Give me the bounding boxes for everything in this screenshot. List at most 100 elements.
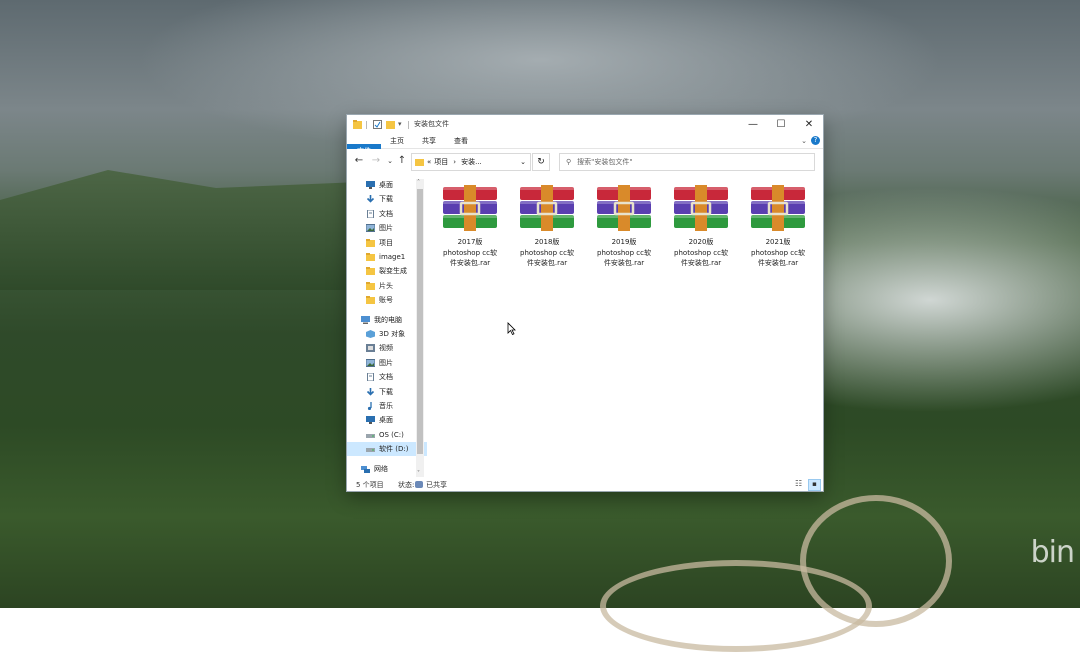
file-name-line: photoshop cc软 (674, 248, 728, 257)
navigation-bar: ← → ⌄ ↑ « 项目 › 安装... ⌄ ↻ ⚲ 搜索"安装包文件" (347, 149, 823, 173)
winrar-archive-icon (596, 185, 652, 233)
nav-label: 片头 (379, 281, 393, 290)
help-icon[interactable]: ? (811, 136, 820, 145)
nav-label: image1 (379, 253, 406, 261)
desktop-icon (366, 416, 375, 425)
nav-label: 网络 (374, 464, 388, 473)
file-item[interactable]: 2019版 photoshop cc软 件安装包.rar (590, 185, 658, 269)
title-bar: | ▾ | 安装包文件 — ☐ ✕ (347, 115, 823, 134)
customize-toolbar-icon[interactable]: ▾ (398, 119, 402, 129)
details-view-icon[interactable]: ☷ (795, 479, 806, 489)
file-name-line: 件安装包.rar (449, 259, 491, 267)
navigation-pane: 桌面📌下载📌文档📌图片📌项目📌image1裂变生成片头账号我的电脑3D 对象视频… (347, 175, 436, 478)
maximize-button[interactable]: ☐ (767, 115, 795, 134)
nav-label: 文档 (379, 373, 393, 382)
scrollbar-thumb[interactable] (417, 189, 423, 454)
search-icon: ⚲ (566, 158, 572, 166)
large-icons-view-icon[interactable]: ▪ (808, 479, 821, 491)
status-bar: 5 个项目 状态: 已共享 ☷ ▪ (347, 478, 823, 491)
nav-label: 图片 (379, 358, 393, 367)
file-name-line: 2017版 (457, 238, 483, 246)
item-count: 5 个项目 (356, 481, 384, 489)
folder-icon (366, 253, 375, 261)
file-name: 2018版 photoshop cc软 件安装包.rar (512, 237, 582, 269)
breadcrumb-item[interactable]: 安装... (461, 157, 482, 167)
back-button[interactable]: ← (352, 154, 366, 168)
toolbar-divider: | (407, 119, 410, 129)
minimize-button[interactable]: — (739, 115, 767, 134)
nav-label: 3D 对象 (379, 330, 406, 338)
up-button[interactable]: ↑ (395, 154, 409, 168)
file-name-line: 2020版 (688, 238, 714, 246)
scroll-down-icon[interactable]: ˅ (417, 470, 420, 477)
address-bar[interactable]: « 项目 › 安装... ⌄ (411, 153, 531, 171)
network-icon (361, 465, 370, 473)
nav-label: 下载 (379, 387, 393, 396)
file-explorer-window: | ▾ | 安装包文件 — ☐ ✕ 文件 主页 共享 查看 ⌄ ? ← → ⌄ … (347, 115, 823, 491)
file-name: 2019版 photoshop cc软 件安装包.rar (589, 237, 659, 269)
new-folder-icon[interactable] (386, 119, 395, 129)
watermark: bin (1030, 535, 1075, 570)
file-name: 2021版 photoshop cc软 件安装包.rar (743, 237, 813, 269)
file-item[interactable]: 2017版 photoshop cc软 件安装包.rar (436, 185, 504, 269)
nav-label: 音乐 (379, 402, 393, 410)
computer-icon (361, 315, 370, 324)
nav-label: 视频 (379, 344, 393, 353)
folder-icon (415, 159, 424, 166)
music-icon (366, 402, 375, 411)
address-dropdown-icon[interactable]: ⌄ (520, 158, 526, 166)
folder-icon (366, 267, 375, 276)
scroll-up-icon[interactable]: ˄ (417, 179, 420, 186)
expand-ribbon-icon[interactable]: ⌄ (801, 137, 807, 145)
nav-label: 下载 (379, 195, 393, 204)
search-input[interactable]: ⚲ 搜索"安装包文件" (559, 153, 815, 171)
toolbar-divider: | (365, 119, 368, 129)
file-name-line: photoshop cc软 (751, 248, 805, 257)
winrar-archive-icon (750, 185, 806, 233)
breadcrumb-item[interactable]: 项目 (434, 157, 448, 167)
document-icon (366, 372, 375, 382)
breadcrumb-separator: › (453, 158, 457, 166)
navigation-scrollbar[interactable]: ˄ ˅ (416, 179, 424, 477)
file-name-line: photoshop cc软 (520, 248, 574, 257)
file-item[interactable]: 2018版 photoshop cc软 件安装包.rar (513, 185, 581, 269)
breadcrumb-overflow[interactable]: « (427, 158, 431, 166)
nav-label: 桌面 (379, 181, 393, 189)
winrar-archive-icon (519, 185, 575, 233)
folder-icon (366, 281, 375, 290)
tab-share[interactable]: 共享 (415, 134, 443, 148)
folder-icon (366, 238, 375, 247)
file-item[interactable]: 2021版 photoshop cc软 件安装包.rar (744, 185, 812, 269)
winrar-archive-icon (673, 185, 729, 233)
refresh-button[interactable]: ↻ (532, 153, 550, 171)
tab-home[interactable]: 主页 (383, 134, 411, 148)
folder-icon (366, 296, 375, 305)
window-title: 安装包文件 (414, 120, 449, 128)
mountain-ridge (0, 170, 360, 290)
document-icon (366, 209, 375, 219)
file-item[interactable]: 2020版 photoshop cc软 件安装包.rar (667, 185, 735, 269)
status-label: 状态: (398, 481, 415, 489)
close-button[interactable]: ✕ (795, 115, 823, 134)
file-name-line: 件安装包.rar (757, 259, 799, 267)
file-name-line: photoshop cc软 (443, 248, 497, 257)
3d-objects-icon (366, 330, 375, 338)
mountain-road (800, 495, 952, 627)
mouse-cursor-icon (507, 322, 516, 335)
nav-label: 图片 (379, 224, 393, 233)
tab-view[interactable]: 查看 (447, 134, 475, 148)
forward-button[interactable]: → (369, 154, 383, 168)
pictures-icon (365, 358, 376, 367)
download-icon (366, 195, 375, 204)
ribbon-tabs: 文件 主页 共享 查看 ⌄ ? (347, 134, 823, 158)
file-list: 2017版 photoshop cc软 件安装包.rar 2018版 photoshop… (427, 175, 823, 478)
nav-label: 项目 (379, 238, 393, 247)
nav-label: 我的电脑 (374, 315, 402, 324)
search-placeholder: 搜索"安装包文件" (577, 158, 633, 166)
properties-icon[interactable] (373, 119, 382, 129)
nav-label: 文档 (379, 209, 393, 218)
file-name: 2020版 photoshop cc软 件安装包.rar (666, 237, 736, 269)
shared-icon (415, 481, 423, 488)
nav-label: 桌面 (379, 416, 393, 425)
nav-label: 裂变生成 (379, 267, 407, 276)
